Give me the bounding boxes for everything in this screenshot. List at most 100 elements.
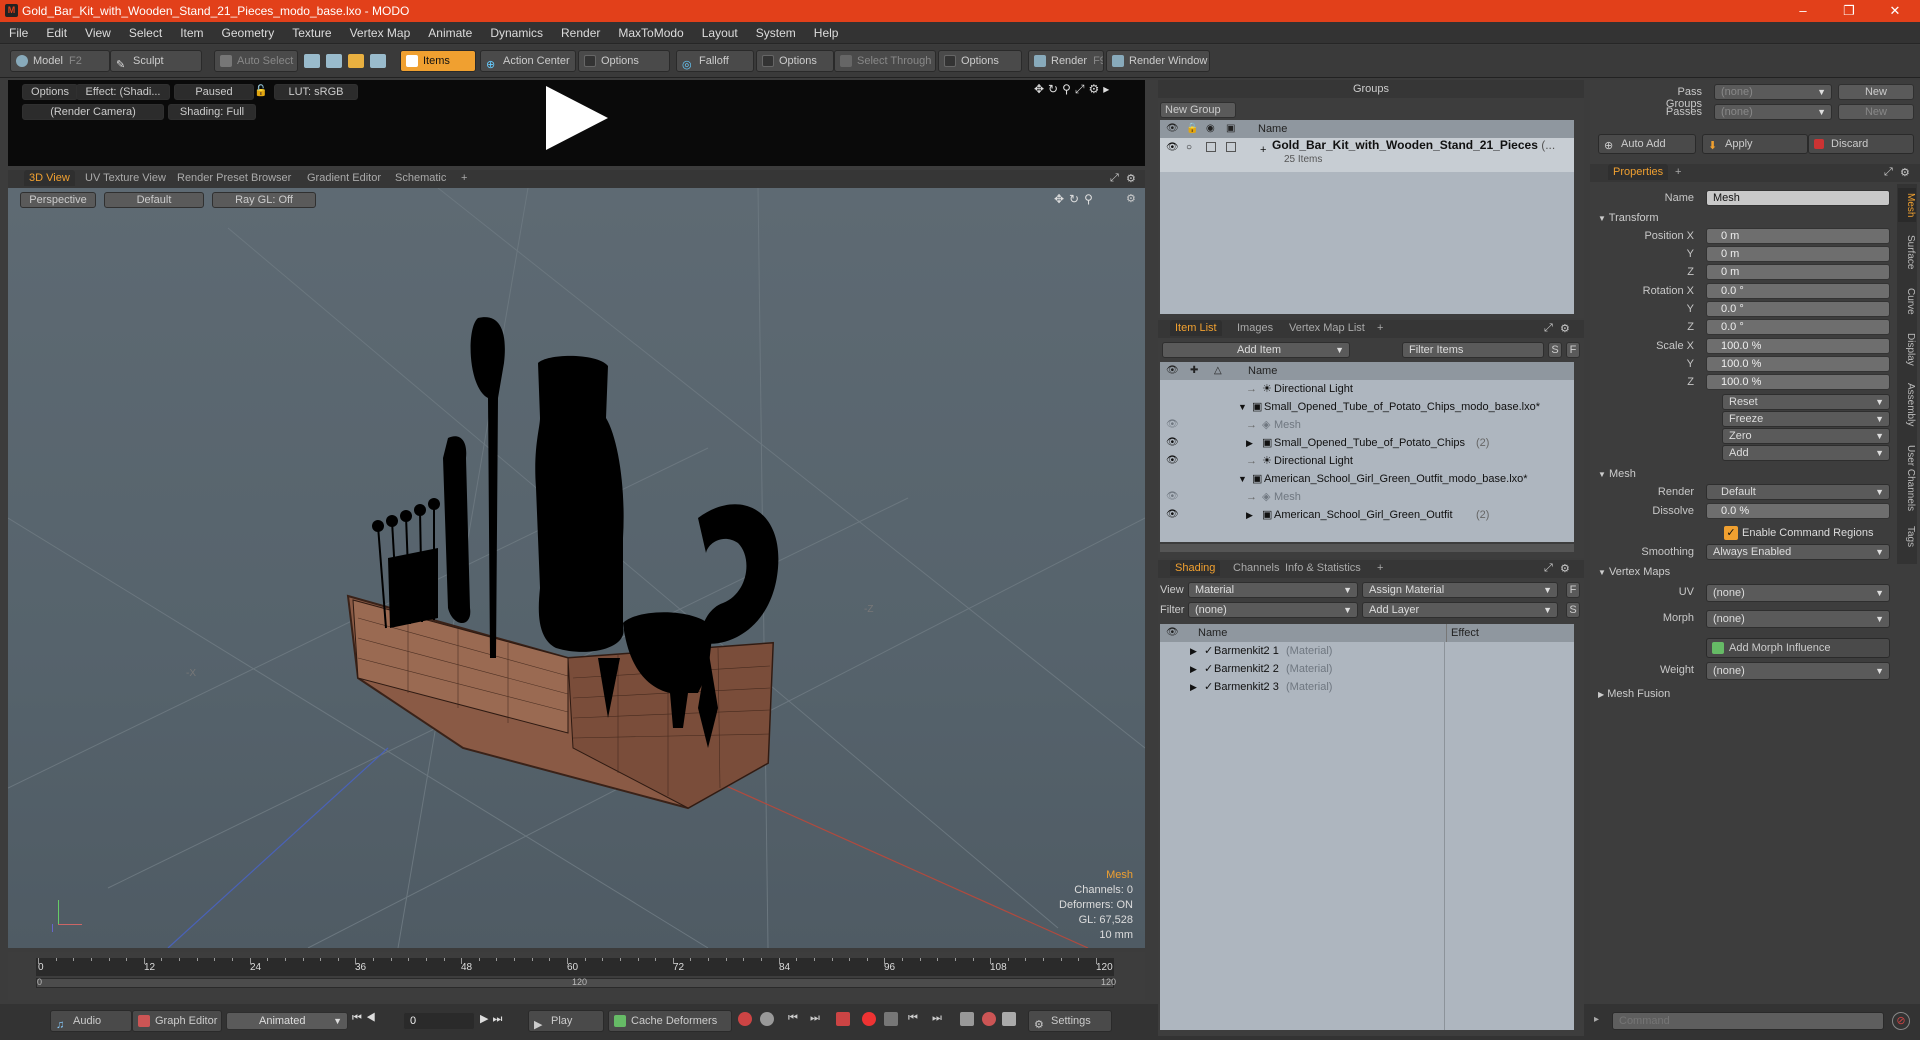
side-tab-display[interactable]: Display — [1898, 326, 1916, 372]
list-item[interactable]: 👁 → ◈ Mesh — [1160, 416, 1574, 434]
edge-mode-icon[interactable] — [326, 54, 342, 68]
menu-select[interactable]: Select — [120, 22, 171, 40]
freeze-dropdown[interactable]: Freeze ▼ — [1722, 411, 1890, 427]
sculpt-button[interactable]: ✎ Sculpt — [110, 50, 202, 72]
options-button-3[interactable]: Options — [938, 50, 1022, 72]
reset-dropdown[interactable]: Reset ▼ — [1722, 394, 1890, 410]
filter-items-field[interactable]: Filter Items — [1402, 342, 1544, 358]
item-list-scrollbar[interactable] — [1160, 544, 1574, 552]
add-tab-icon[interactable]: + — [1372, 320, 1388, 336]
menu-dynamics[interactable]: Dynamics — [481, 22, 552, 40]
falloff-button[interactable]: ◎ Falloff — [676, 50, 754, 72]
menu-render[interactable]: Render — [552, 22, 609, 40]
dissolve-field[interactable]: 0.0 % — [1706, 503, 1890, 519]
gear-icon[interactable]: ⚙ — [1560, 562, 1570, 575]
expand-icon[interactable]: ▶ — [1190, 678, 1197, 696]
eye-icon[interactable]: 👁 — [1166, 142, 1179, 153]
graph-editor-button[interactable]: Graph Editor — [132, 1010, 222, 1032]
auto-key-icon[interactable] — [836, 1012, 850, 1026]
pass-groups-dropdown[interactable]: (none) ▼ — [1714, 84, 1832, 100]
shading-list[interactable]: ▶ ✓ Barmenkit2 1 (Material) ▶ ✓ Barmenkit2 2(… — [1160, 642, 1574, 1030]
name-field[interactable]: Mesh — [1706, 190, 1890, 206]
expand-icon[interactable]: ⤢ — [1544, 562, 1553, 575]
item-list[interactable]: → ☀ Directional Light ▼ ▣ Small_Opened_Tube_… — [1160, 380, 1574, 542]
tab-channels[interactable]: Channels — [1228, 560, 1284, 576]
side-tab-mesh[interactable]: Mesh — [1898, 188, 1916, 222]
position-z-field[interactable]: 0 m — [1706, 264, 1890, 280]
material-mode-icon[interactable] — [370, 54, 386, 68]
smoothing-dropdown[interactable]: Always Enabled ▼ — [1706, 544, 1890, 560]
last-frame-icon[interactable]: ⏭ — [932, 1012, 942, 1025]
prev-key-icon[interactable]: ⏮ — [788, 1012, 798, 1025]
eye-icon[interactable]: 👁 — [1166, 488, 1179, 506]
menu-layout[interactable]: Layout — [693, 22, 747, 40]
mesh-section[interactable]: ▼ Mesh — [1598, 466, 1636, 482]
collapse-icon[interactable]: ▼ — [1238, 398, 1247, 416]
raygl-dropdown[interactable]: Ray GL: Off — [212, 192, 316, 208]
lut-dropdown[interactable]: LUT: sRGB — [274, 84, 358, 100]
tab-shading[interactable]: Shading — [1170, 560, 1221, 576]
list-item[interactable]: 👁 ▶ ▣ American_School_Girl_Green_Outfit (2) — [1160, 506, 1574, 524]
key-filter-icon[interactable] — [884, 1012, 898, 1026]
audio-button[interactable]: ♫ Audio — [50, 1010, 132, 1032]
passes-dropdown[interactable]: (none) ▼ — [1714, 104, 1832, 120]
filter-f-button[interactable]: F — [1566, 342, 1580, 358]
uv-dropdown[interactable]: (none) ▼ — [1706, 584, 1890, 602]
skip-back-icons[interactable]: ⏮◀ — [352, 1012, 380, 1025]
items-button[interactable]: Items — [400, 50, 476, 72]
frame-field[interactable]: 0 — [403, 1012, 475, 1030]
side-tab-curve[interactable]: Curve — [1898, 282, 1916, 320]
list-item[interactable]: 👁 → ☀ Directional Light — [1160, 452, 1574, 470]
eye-icon[interactable]: 👁 — [1166, 452, 1179, 470]
collapse-icon[interactable]: ▼ — [1238, 470, 1247, 488]
material-row[interactable]: ▶ ✓ Barmenkit2 3 (Material) — [1160, 678, 1574, 696]
polygon-mode-icon[interactable] — [348, 54, 364, 68]
model-button[interactable]: Model F2 — [10, 50, 110, 72]
assign-material-dropdown[interactable]: Assign Material ▼ — [1362, 582, 1558, 598]
maximize-button[interactable]: ❐ — [1834, 2, 1864, 20]
add-item-dropdown[interactable]: Add Item ▼ — [1162, 342, 1350, 358]
expand-icon[interactable]: + — [1260, 144, 1266, 156]
list-item[interactable]: → ☀ Directional Light — [1160, 380, 1574, 398]
mesh-fusion-section[interactable]: ▶ Mesh Fusion — [1598, 686, 1670, 702]
add-dropdown[interactable]: Add ▼ — [1722, 445, 1890, 461]
expand-icon[interactable]: ⤢ — [1544, 322, 1553, 335]
command-input[interactable] — [1612, 1012, 1884, 1030]
tab-schematic[interactable]: Schematic — [390, 170, 451, 186]
paused-button[interactable]: Paused — [174, 84, 254, 100]
key-icon-2[interactable] — [760, 1012, 774, 1026]
side-tab-tags[interactable]: Tags — [1898, 522, 1916, 552]
eye-icon[interactable]: 👁 — [1166, 434, 1179, 452]
settings-button[interactable]: ⚙ Settings — [1028, 1010, 1112, 1032]
new-group-button[interactable]: New Group — [1160, 102, 1236, 118]
render-button[interactable]: RenderF9 — [1028, 50, 1104, 72]
eye-icon[interactable]: 👁 — [1166, 416, 1179, 434]
rotation-z-field[interactable]: 0.0 ° — [1706, 319, 1890, 335]
list-item[interactable]: ▼ ▣ American_School_Girl_Green_Outfit_modo… — [1160, 470, 1574, 488]
auto-select-button[interactable]: Auto Select — [214, 50, 298, 72]
expand-icon[interactable]: ▶ — [1246, 506, 1253, 524]
menu-view[interactable]: View — [76, 22, 120, 40]
add-morph-button[interactable]: Add Morph Influence — [1706, 638, 1890, 658]
auto-add-button[interactable]: ⊕ Auto Add — [1598, 134, 1696, 154]
side-tab-user-channels[interactable]: User Channels — [1898, 438, 1916, 518]
groups-list[interactable]: 👁 ○ + Gold_Bar_Kit_with_Wooden_Stand_21_… — [1160, 138, 1574, 314]
scale-y-field[interactable]: 100.0 % — [1706, 356, 1890, 372]
position-x-field[interactable]: 0 m — [1706, 228, 1890, 244]
expand-icon[interactable]: ⤢ — [1110, 172, 1119, 185]
add-tab-icon[interactable]: + — [1670, 164, 1686, 180]
play-icon[interactable] — [546, 86, 608, 150]
tab-images[interactable]: Images — [1232, 320, 1278, 336]
timeline-range[interactable]: 0 120 120 — [36, 977, 1116, 988]
tab-vertex-map-list[interactable]: Vertex Map List — [1284, 320, 1370, 336]
select-toggle[interactable] — [1226, 142, 1236, 152]
expand-icon[interactable]: ▶ — [1190, 660, 1197, 678]
expand-icon[interactable]: ▶ — [1190, 642, 1197, 660]
list-item[interactable]: 👁 ▶ ▣ Small_Opened_Tube_of_Potato_Chips (2) — [1160, 434, 1574, 452]
scale-z-field[interactable]: 100.0 % — [1706, 374, 1890, 390]
shading-s-button[interactable]: S — [1566, 602, 1580, 618]
view-dropdown[interactable]: Material ▼ — [1188, 582, 1358, 598]
enable-command-checkbox[interactable]: ✓ — [1724, 526, 1738, 540]
tab-uv-texture-view[interactable]: UV Texture View — [80, 170, 171, 186]
menu-animate[interactable]: Animate — [419, 22, 481, 40]
